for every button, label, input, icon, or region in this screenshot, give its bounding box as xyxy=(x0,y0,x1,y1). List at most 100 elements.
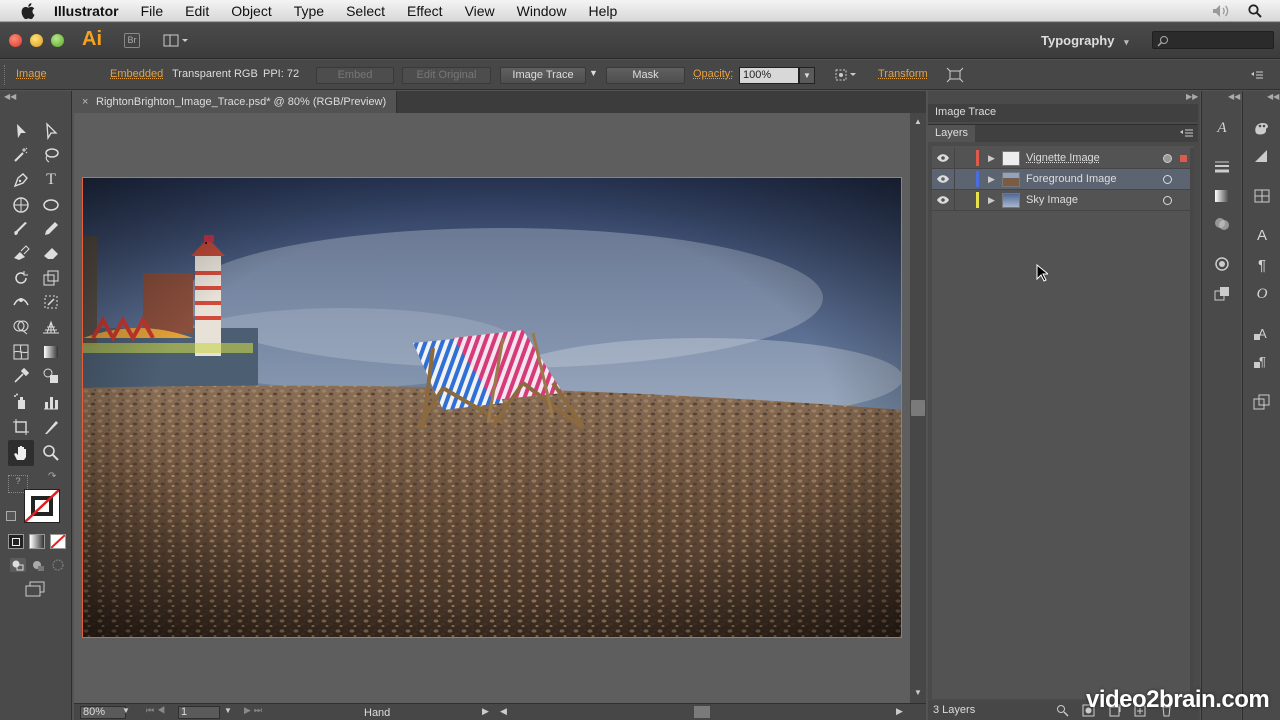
hscroll-thumb[interactable] xyxy=(694,706,710,718)
zoom-window-button[interactable] xyxy=(51,34,64,47)
line-segment-tool-icon[interactable] xyxy=(12,196,30,214)
app-menu[interactable]: Illustrator xyxy=(54,3,119,19)
selection-tool-icon[interactable] xyxy=(12,122,30,140)
menu-edit[interactable]: Edit xyxy=(185,3,209,19)
menu-window[interactable]: Window xyxy=(517,3,567,19)
scroll-up-arrow-icon[interactable]: ▲ xyxy=(914,117,922,126)
target-icon[interactable] xyxy=(1163,175,1172,184)
hscroll-left-arrow-icon[interactable]: ◀ xyxy=(500,706,507,717)
eye-icon[interactable] xyxy=(937,196,949,204)
target-icon[interactable] xyxy=(1163,154,1172,163)
menu-effect[interactable]: Effect xyxy=(407,3,443,19)
color-guide-icon[interactable] xyxy=(1252,147,1272,165)
shape-builder-tool-icon[interactable] xyxy=(12,318,30,336)
mask-button[interactable]: Mask xyxy=(606,67,685,84)
character-panel-icon[interactable]: A xyxy=(1252,227,1272,245)
paintbrush-tool-icon[interactable] xyxy=(12,220,30,238)
artboard-dropdown-icon[interactable]: ▼ xyxy=(224,706,232,715)
character-style-panel-icon[interactable]: A xyxy=(1252,325,1272,343)
menu-object[interactable]: Object xyxy=(231,3,271,19)
collapse-tools-icon[interactable]: ◀◀ xyxy=(4,92,16,101)
menu-type[interactable]: Type xyxy=(294,3,324,19)
swap-fill-stroke-icon[interactable]: ↷ xyxy=(48,471,56,482)
swatches-panel-icon[interactable] xyxy=(1252,187,1272,205)
scale-tool-icon[interactable] xyxy=(42,269,60,287)
appearance-panel-icon[interactable] xyxy=(1212,255,1232,273)
artboard-next-buttons[interactable]: ▶⏭ xyxy=(244,705,265,716)
stroke-swatch[interactable] xyxy=(24,489,60,523)
collapse-strip-icon[interactable]: ◀◀ xyxy=(1228,92,1240,101)
isolate-object-button[interactable] xyxy=(946,67,964,86)
color-mode-button[interactable] xyxy=(8,534,24,549)
pencil-tool-icon[interactable] xyxy=(42,220,60,238)
free-transform-tool-icon[interactable] xyxy=(42,293,60,311)
embed-button[interactable]: Embed xyxy=(316,67,394,84)
blend-tool-icon[interactable] xyxy=(42,367,60,385)
default-fill-stroke-icon[interactable] xyxy=(6,511,16,521)
magic-wand-tool-icon[interactable] xyxy=(12,146,30,164)
eye-icon[interactable] xyxy=(937,175,949,183)
scroll-down-arrow-icon[interactable]: ▼ xyxy=(914,688,922,697)
layer-row-vignette[interactable]: ▶ Vignette Image xyxy=(932,148,1194,169)
edit-original-button[interactable]: Edit Original xyxy=(402,67,491,84)
opacity-label[interactable]: Opacity: xyxy=(693,68,733,80)
workspace-switcher[interactable]: Typography ▾ xyxy=(1041,33,1129,48)
direct-selection-tool-icon[interactable] xyxy=(42,122,60,140)
layers-panel-menu[interactable] xyxy=(1180,128,1194,141)
selection-indicator[interactable] xyxy=(1180,155,1187,162)
transparency-panel-icon[interactable] xyxy=(1212,215,1232,233)
type-tool-icon[interactable]: T xyxy=(42,171,60,189)
lock-column[interactable] xyxy=(954,190,955,210)
bridge-button[interactable]: Br xyxy=(124,33,140,48)
eraser-tool-icon[interactable] xyxy=(42,244,60,262)
lasso-tool-icon[interactable] xyxy=(42,146,60,164)
artboard-tool-icon[interactable] xyxy=(12,418,30,436)
horizontal-scrollbar[interactable] xyxy=(514,706,904,718)
expand-triangle-icon[interactable]: ▶ xyxy=(988,174,995,185)
target-icon[interactable] xyxy=(1163,196,1172,205)
apple-icon[interactable] xyxy=(20,2,38,20)
hand-tool-button[interactable] xyxy=(8,440,34,466)
menu-file[interactable]: File xyxy=(141,3,164,19)
rotate-tool-icon[interactable] xyxy=(12,269,30,287)
gradient-panel-icon[interactable] xyxy=(1212,187,1232,205)
layer-row-sky[interactable]: ▶ Sky Image xyxy=(932,190,1194,211)
layers-tab[interactable]: Layers xyxy=(928,125,976,142)
image-trace-preset-dropdown[interactable]: ▼ xyxy=(589,68,598,78)
hscroll-right-arrow-icon[interactable]: ▶ xyxy=(896,706,903,717)
control-panel-menu[interactable] xyxy=(1250,69,1264,84)
draw-behind-button[interactable] xyxy=(30,558,46,572)
close-window-button[interactable] xyxy=(9,34,22,47)
artboard-number-input[interactable]: 1 xyxy=(178,706,220,719)
none-mode-button[interactable] xyxy=(50,534,66,549)
lock-column[interactable] xyxy=(954,148,955,168)
color-panel-icon[interactable] xyxy=(1252,119,1272,137)
locate-object-icon[interactable] xyxy=(1056,704,1069,717)
graphic-styles-icon[interactable] xyxy=(1212,285,1232,303)
control-bar-grip[interactable] xyxy=(4,65,7,85)
slice-tool-icon[interactable] xyxy=(42,418,60,436)
symbol-sprayer-tool-icon[interactable] xyxy=(12,393,30,411)
zoom-level-input[interactable]: 80% xyxy=(80,706,126,719)
vertical-scrollbar[interactable]: ▲ ▼ xyxy=(910,113,926,703)
zoom-dropdown-icon[interactable]: ▼ xyxy=(122,706,130,715)
artboards-panel-icon[interactable] xyxy=(1252,393,1272,411)
image-trace-panel-tab[interactable]: Image Trace xyxy=(928,104,1198,122)
perspective-grid-tool-icon[interactable] xyxy=(42,318,60,336)
eyedropper-tool-icon[interactable] xyxy=(12,367,30,385)
gradient-mode-button[interactable] xyxy=(29,534,45,549)
menu-help[interactable]: Help xyxy=(588,3,617,19)
layer-name[interactable]: Vignette Image xyxy=(1026,152,1100,164)
close-icon[interactable]: × xyxy=(82,91,88,113)
character-styles-icon[interactable]: A xyxy=(1212,119,1232,137)
status-menu-arrow-icon[interactable]: ▶ xyxy=(482,706,489,717)
document-tab[interactable]: × RightonBrighton_Image_Trace.psd* @ 80%… xyxy=(74,91,398,113)
paragraph-style-panel-icon[interactable]: ¶ xyxy=(1252,353,1272,371)
column-graph-tool-icon[interactable] xyxy=(42,393,60,411)
document-canvas[interactable] xyxy=(74,113,910,703)
embedded-link[interactable]: Embedded xyxy=(110,68,163,80)
spotlight-icon[interactable] xyxy=(1248,3,1262,18)
paragraph-panel-icon[interactable]: ¶ xyxy=(1252,257,1272,275)
collapse-strip-icon[interactable]: ◀◀ xyxy=(1267,92,1279,101)
draw-normal-button[interactable] xyxy=(10,558,26,572)
